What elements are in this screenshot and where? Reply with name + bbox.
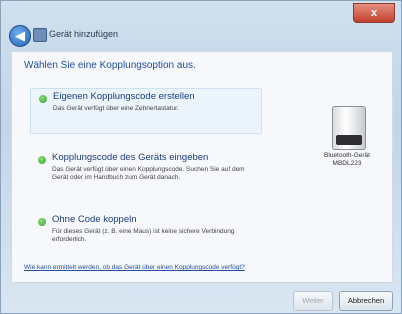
option-description: Das Gerät verfügt über eine Zehnertastat…: [53, 105, 179, 112]
help-link[interactable]: Wie kann ermittelt werden, ob das Gerät …: [24, 264, 245, 271]
option-pair-without-code[interactable]: Ohne Code koppeln Für dieses Gerät (z. B…: [30, 212, 260, 252]
option-description: Für dieses Gerät (z. B. eine Maus) ist k…: [52, 228, 235, 243]
back-arrow-icon[interactable]: ◀: [9, 25, 31, 47]
bluetooth-device-icon: [332, 106, 366, 150]
wizard-content: Wählen Sie eine Kopplungsoption aus. Eig…: [11, 51, 393, 283]
add-device-icon: [33, 28, 47, 42]
green-arrow-icon: [38, 156, 46, 164]
option-title[interactable]: Kopplungscode des Geräts eingeben: [52, 152, 208, 163]
option-description: Das Gerät verfügt über einen Kopplungsco…: [52, 166, 245, 181]
page-heading: Wählen Sie eine Kopplungsoption aus.: [24, 60, 196, 71]
title-bar: x ◀ Gerät hinzufügen: [1, 1, 401, 49]
option-title[interactable]: Eigenen Kopplungscode erstellen: [53, 91, 195, 102]
next-button[interactable]: Weiter: [293, 291, 333, 311]
green-arrow-icon: [39, 95, 47, 103]
close-button[interactable]: x: [353, 3, 395, 23]
add-device-window: x ◀ Gerät hinzufügen Wählen Sie eine Kop…: [0, 0, 402, 314]
cancel-button[interactable]: Abbrechen: [339, 291, 393, 311]
button-bar: Weiter Abbrechen: [1, 283, 401, 313]
green-arrow-icon: [38, 218, 46, 226]
option-enter-device-code[interactable]: Kopplungscode des Geräts eingeben Das Ge…: [30, 150, 260, 198]
device-name-label: Bluetooth-Gerät MBDL223: [324, 152, 370, 167]
option-title[interactable]: Ohne Code koppeln: [52, 214, 137, 225]
window-title: Gerät hinzufügen: [49, 29, 119, 39]
option-create-own-code[interactable]: Eigenen Kopplungscode erstellen Das Gerä…: [30, 88, 262, 134]
